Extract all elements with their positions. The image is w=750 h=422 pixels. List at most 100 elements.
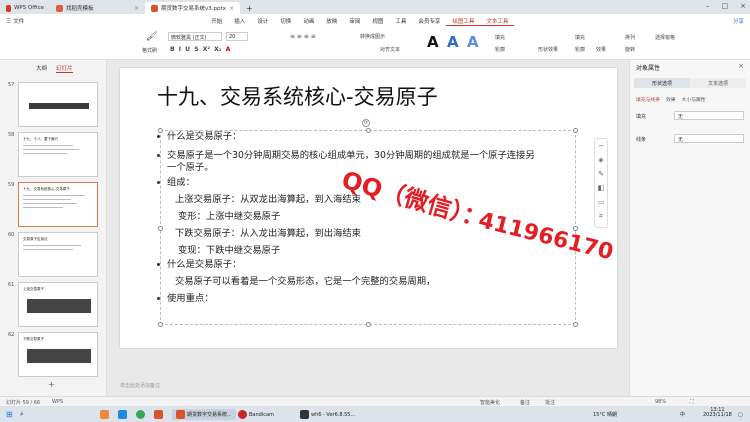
- taskview-icon[interactable]: [100, 409, 109, 420]
- tab-shape-options[interactable]: 形状选项: [634, 78, 690, 88]
- fill-select[interactable]: 无: [674, 111, 744, 120]
- bullet: [157, 154, 160, 157]
- menu-file[interactable]: 三 文件: [0, 17, 30, 25]
- slide-thumbnail[interactable]: 上涨交易原子: [18, 282, 98, 327]
- menu-review[interactable]: 审阅: [343, 17, 366, 25]
- minus-icon[interactable]: −: [595, 139, 607, 153]
- slide-thumbnail[interactable]: [18, 82, 98, 127]
- tab-outline[interactable]: 大纲: [36, 64, 47, 73]
- add-slide-button[interactable]: +: [48, 380, 55, 389]
- notification-icon[interactable]: ▢: [738, 409, 743, 420]
- maximize-icon[interactable]: □: [722, 2, 729, 10]
- resize-handle[interactable]: [158, 226, 163, 231]
- menu-transition[interactable]: 切换: [274, 17, 297, 25]
- tab-slides[interactable]: 幻灯片: [56, 64, 73, 73]
- resize-handle[interactable]: [573, 322, 578, 327]
- format-brush-icon[interactable]: 🖌: [146, 32, 157, 42]
- edge-icon[interactable]: [118, 409, 127, 420]
- font-size-select[interactable]: 20: [226, 32, 248, 41]
- panel-title: 对象属性: [636, 65, 661, 72]
- menu-animation[interactable]: 动画: [297, 17, 320, 25]
- slide-thumbnail-selected[interactable]: 十九、交易系统核心-交易原子: [18, 182, 98, 227]
- slide-thumbnail[interactable]: 交易原子应用法: [18, 232, 98, 277]
- subtab-effect[interactable]: 效果: [666, 96, 676, 103]
- thumb-text-line: [23, 145, 73, 146]
- clock[interactable]: 13:11 2023/11/18: [703, 408, 732, 419]
- notes-button[interactable]: 备注: [520, 399, 530, 406]
- text-style-gradient[interactable]: A: [467, 33, 479, 51]
- effect-button[interactable]: 效果: [596, 46, 606, 53]
- zoom-level[interactable]: 98%: [655, 399, 666, 405]
- menu-share[interactable]: 分享: [727, 17, 750, 25]
- wps-taskbar-icon[interactable]: [154, 409, 163, 420]
- tab-document[interactable]: 期货数字交易系统v3.pptx ×: [145, 2, 240, 14]
- select-pane-button[interactable]: 选择窗格: [655, 34, 675, 41]
- floating-toolbar: − ◈ ✎ ◧ ▭ ⌗: [594, 138, 608, 228]
- comments-button[interactable]: 批注: [545, 399, 555, 406]
- menu-home[interactable]: 开始: [205, 17, 228, 25]
- menu-slideshow[interactable]: 放映: [320, 17, 343, 25]
- beautify-button[interactable]: 智能美化: [480, 399, 500, 406]
- slide-thumbnail[interactable]: 下跌交易原子: [18, 332, 98, 377]
- slide-thumbnail[interactable]: 十七、十八、要下面行: [18, 132, 98, 177]
- line-select[interactable]: 无: [674, 134, 744, 143]
- pen-icon[interactable]: ✎: [595, 167, 607, 181]
- shape-outline-button[interactable]: 轮廓: [575, 46, 585, 53]
- ppt-logo-icon: [151, 4, 158, 12]
- tab-wps-office[interactable]: WPS Office: [0, 2, 50, 14]
- font-style-buttons[interactable]: B I U S X² X₂ A: [170, 46, 230, 53]
- taskbar-app-bandicam[interactable]: Bandicam: [238, 409, 274, 420]
- shape-fill-button[interactable]: 填充: [575, 34, 585, 41]
- outline-icon[interactable]: ▭: [595, 195, 607, 209]
- rotate-handle-icon[interactable]: ⟳: [362, 119, 370, 127]
- menu-tools[interactable]: 工具: [389, 17, 412, 25]
- close-icon[interactable]: ×: [134, 5, 139, 12]
- menu-drawing-tools[interactable]: 绘图工具: [446, 17, 481, 26]
- fit-icon[interactable]: ⛶: [690, 399, 694, 405]
- object-properties-panel: 对象属性 × 形状选项 文本选项 填充与线条 效果 大小与属性 填充 无 线条 …: [629, 60, 750, 396]
- rotate-button[interactable]: 旋转: [625, 46, 635, 53]
- tab-template[interactable]: 找稻壳模板 ×: [50, 2, 145, 14]
- text-outline-button[interactable]: 轮廓: [495, 46, 505, 53]
- resize-handle[interactable]: [366, 322, 371, 327]
- font-name-select[interactable]: 微软雅黑 (正文): [168, 32, 222, 41]
- fill-icon[interactable]: ◧: [595, 181, 607, 195]
- page-indicator: 幻灯片 59 / 66: [6, 400, 41, 406]
- menu-view[interactable]: 视图: [366, 17, 389, 25]
- close-icon[interactable]: ×: [738, 62, 744, 70]
- search-icon[interactable]: ⌕: [20, 409, 24, 420]
- taskbar-app-ppt[interactable]: 期货数字交易系统...: [172, 409, 236, 420]
- ime-indicator[interactable]: 中: [680, 409, 685, 420]
- menu-member[interactable]: 会员专享: [412, 17, 446, 25]
- resize-handle[interactable]: [573, 128, 578, 133]
- text-style-black[interactable]: A: [427, 33, 439, 51]
- subtab-size[interactable]: 大小与属性: [682, 96, 706, 103]
- start-icon[interactable]: ⊞: [6, 409, 13, 420]
- text-fill-button[interactable]: 填充: [495, 34, 505, 41]
- menu-text-tools[interactable]: 文本工具: [480, 17, 515, 26]
- weather[interactable]: 15°C 晴朗: [593, 409, 617, 420]
- layers-icon[interactable]: ◈: [595, 153, 607, 167]
- menu-design[interactable]: 设计: [251, 17, 274, 25]
- resize-handle[interactable]: [158, 128, 163, 133]
- notes-placeholder[interactable]: 单击此处添加备注: [120, 382, 160, 389]
- taskbar-app-wh6[interactable]: wh6 - Ver6.8.55...: [300, 409, 355, 420]
- subtab-fill-line[interactable]: 填充与线条: [636, 96, 660, 103]
- arrange-button[interactable]: 排列: [625, 34, 635, 41]
- resize-handle[interactable]: [366, 128, 371, 133]
- close-icon[interactable]: ×: [229, 5, 234, 12]
- resize-handle[interactable]: [158, 322, 163, 327]
- chrome-icon[interactable]: [136, 409, 145, 420]
- text-style-blue[interactable]: A: [447, 33, 459, 51]
- new-tab-button[interactable]: +: [240, 2, 259, 14]
- convert-picture-button[interactable]: 转换成图示: [360, 33, 385, 40]
- minimize-icon[interactable]: –: [706, 2, 710, 10]
- crop-icon[interactable]: ⌗: [595, 209, 607, 223]
- slide-title[interactable]: 十九、交易系统核心-交易原子: [157, 81, 438, 111]
- close-window-icon[interactable]: ×: [740, 2, 746, 10]
- align-text-button[interactable]: 对齐文本: [380, 46, 400, 53]
- paragraph-buttons[interactable]: ≡ ≡ ≡ ≡: [290, 33, 316, 40]
- menu-insert[interactable]: 插入: [228, 17, 251, 25]
- shape-effect-button[interactable]: 形状效果: [538, 46, 558, 53]
- tab-text-options[interactable]: 文本选项: [690, 78, 746, 88]
